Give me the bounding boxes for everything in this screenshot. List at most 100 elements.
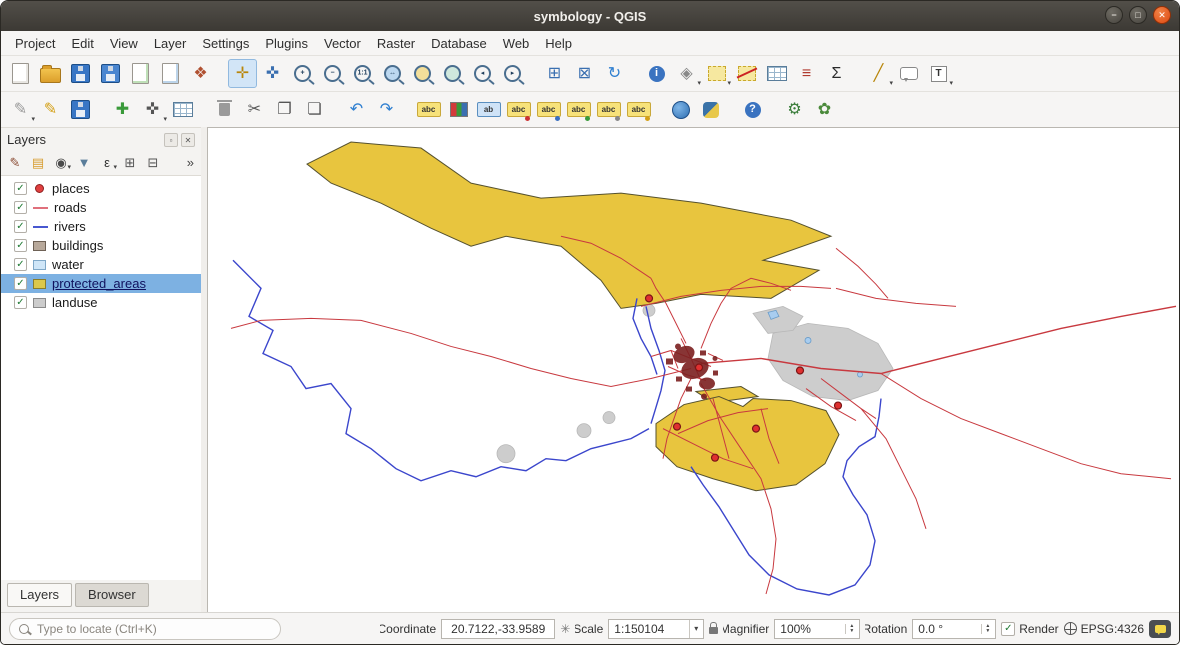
- measure-icon[interactable]: ╱ ▾: [864, 59, 893, 88]
- layer-checkbox[interactable]: [14, 239, 27, 252]
- help-icon[interactable]: ?: [738, 95, 767, 124]
- layer-diagram-icon[interactable]: [444, 95, 473, 124]
- titlebar[interactable]: symbology - QGIS − □ ✕: [1, 1, 1179, 31]
- show-hide-labels-icon[interactable]: abc: [534, 95, 563, 124]
- grass-tools-icon[interactable]: ✿: [810, 95, 839, 124]
- locate-search[interactable]: [9, 618, 281, 640]
- python-console-icon[interactable]: [696, 95, 725, 124]
- scale-lock-icon[interactable]: [709, 627, 718, 634]
- open-attribute-table-icon[interactable]: [762, 59, 791, 88]
- magnifier-spinbox[interactable]: 100% ▲▼: [774, 619, 860, 639]
- render-toggle[interactable]: Render: [1001, 622, 1058, 636]
- zoom-in-icon[interactable]: +: [288, 59, 317, 88]
- layer-checkbox[interactable]: [14, 220, 27, 233]
- current-edits-icon[interactable]: ✎ ▾: [6, 95, 35, 124]
- deselect-features-icon[interactable]: [732, 59, 761, 88]
- save-layer-edits-icon[interactable]: [66, 95, 95, 124]
- menu-item[interactable]: Database: [423, 33, 495, 54]
- layer-row-landuse[interactable]: landuse: [1, 293, 201, 312]
- identify-features-icon[interactable]: i: [642, 59, 671, 88]
- zoom-to-selection-icon[interactable]: [408, 59, 437, 88]
- highlight-labels-icon[interactable]: ab: [474, 95, 503, 124]
- layer-row-buildings[interactable]: buildings: [1, 236, 201, 255]
- filter-by-expression-icon[interactable]: ε ▾: [97, 152, 117, 172]
- menu-item[interactable]: Vector: [316, 33, 369, 54]
- copy-features-icon[interactable]: ❐: [270, 95, 299, 124]
- new-project-icon[interactable]: [6, 59, 35, 88]
- menu-item[interactable]: Raster: [369, 33, 423, 54]
- select-features-icon[interactable]: ▾: [702, 59, 731, 88]
- pan-map-icon[interactable]: ✛: [228, 59, 257, 88]
- zoom-last-icon[interactable]: ◂: [468, 59, 497, 88]
- modify-attributes-icon[interactable]: [168, 95, 197, 124]
- save-project-icon[interactable]: [66, 59, 95, 88]
- pin-labels-icon[interactable]: abc: [504, 95, 533, 124]
- close-panel-icon[interactable]: ✕: [181, 133, 195, 147]
- filter-legend-icon[interactable]: ▼: [74, 152, 94, 172]
- cut-features-icon[interactable]: ✂: [240, 95, 269, 124]
- layer-row-protected-areas[interactable]: protected_areas: [1, 274, 201, 293]
- toggle-editing-icon[interactable]: ✎: [36, 95, 65, 124]
- style-manager-icon[interactable]: ❖: [186, 59, 215, 88]
- coordinates-toggle-icon[interactable]: ✳: [560, 622, 570, 636]
- layer-row-places[interactable]: places: [1, 179, 201, 198]
- zoom-full-icon[interactable]: ↔: [378, 59, 407, 88]
- metasearch-icon[interactable]: [666, 95, 695, 124]
- open-layer-styling-icon[interactable]: ✎: [5, 152, 25, 172]
- vertex-tool-icon[interactable]: ✜ ▾: [138, 95, 167, 124]
- undo-icon[interactable]: ↶: [342, 95, 371, 124]
- rotation-spinbox[interactable]: 0.0 ° ▲▼: [912, 619, 996, 639]
- delete-selected-icon[interactable]: [210, 95, 239, 124]
- zoom-next-icon[interactable]: ▸: [498, 59, 527, 88]
- menu-item[interactable]: Layer: [146, 33, 195, 54]
- tab-layers[interactable]: Layers: [7, 583, 72, 607]
- maximize-button[interactable]: □: [1129, 6, 1147, 24]
- float-panel-icon[interactable]: ▫: [164, 133, 178, 147]
- layer-checkbox[interactable]: [14, 182, 27, 195]
- processing-toolbox-icon[interactable]: ⚙: [780, 95, 809, 124]
- statistical-summary-icon[interactable]: Σ: [822, 59, 851, 88]
- spinner-arrows-icon[interactable]: ▲▼: [981, 624, 990, 634]
- spinner-arrows-icon[interactable]: ▲▼: [845, 624, 854, 634]
- collapse-all-icon[interactable]: ⊟: [143, 152, 163, 172]
- menu-item[interactable]: Plugins: [257, 33, 316, 54]
- change-label-icon[interactable]: abc: [624, 95, 653, 124]
- map-canvas[interactable]: [208, 128, 1179, 612]
- layer-row-roads[interactable]: roads: [1, 198, 201, 217]
- expand-all-icon[interactable]: ⊞: [120, 152, 140, 172]
- menu-item[interactable]: Help: [537, 33, 580, 54]
- layer-checkbox[interactable]: [14, 277, 27, 290]
- rotate-label-icon[interactable]: abc: [594, 95, 623, 124]
- field-calculator-icon[interactable]: ≡: [792, 59, 821, 88]
- new-3d-map-view-icon[interactable]: ⊠: [570, 59, 599, 88]
- minimize-button[interactable]: −: [1105, 6, 1123, 24]
- zoom-native-icon[interactable]: 1:1: [348, 59, 377, 88]
- layer-labeling-icon[interactable]: abc: [414, 95, 443, 124]
- crs-status-button[interactable]: EPSG:4326: [1064, 622, 1144, 636]
- menu-item[interactable]: View: [102, 33, 146, 54]
- menu-item[interactable]: Edit: [63, 33, 101, 54]
- layer-checkbox[interactable]: [14, 201, 27, 214]
- manage-map-themes-icon[interactable]: ◉ ▾: [51, 152, 71, 172]
- menu-item[interactable]: Settings: [194, 33, 257, 54]
- add-group-icon[interactable]: ▤: [28, 152, 48, 172]
- menu-item[interactable]: Project: [7, 33, 63, 54]
- messages-button[interactable]: [1149, 620, 1171, 638]
- layer-checkbox[interactable]: [14, 258, 27, 271]
- close-button[interactable]: ✕: [1153, 6, 1171, 24]
- pan-to-selection-icon[interactable]: ✜: [258, 59, 287, 88]
- zoom-out-icon[interactable]: −: [318, 59, 347, 88]
- layer-checkbox[interactable]: [14, 296, 27, 309]
- scale-combobox[interactable]: 1:150104 ▾: [608, 619, 704, 639]
- panel-overflow-chevron[interactable]: »: [184, 155, 197, 170]
- run-feature-action-icon[interactable]: ◈ ▾: [672, 59, 701, 88]
- layer-row-rivers[interactable]: rivers: [1, 217, 201, 236]
- show-layout-manager-icon[interactable]: [156, 59, 185, 88]
- add-feature-icon[interactable]: ✚: [108, 95, 137, 124]
- chevron-down-icon[interactable]: ▾: [689, 620, 698, 638]
- redo-icon[interactable]: ↷: [372, 95, 401, 124]
- coordinate-field[interactable]: 20.7122,-33.9589: [441, 619, 555, 639]
- new-print-layout-icon[interactable]: [126, 59, 155, 88]
- menu-item[interactable]: Web: [495, 33, 538, 54]
- tab-browser[interactable]: Browser: [75, 583, 149, 607]
